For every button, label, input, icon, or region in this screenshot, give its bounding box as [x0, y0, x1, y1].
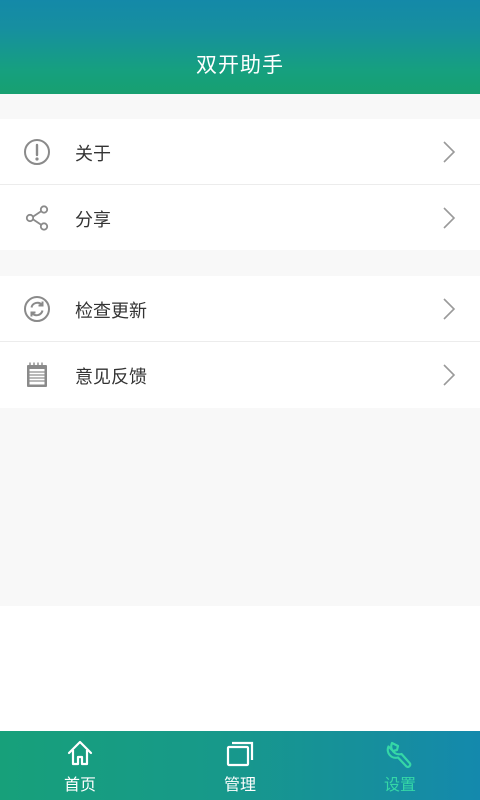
tab-settings[interactable]: 设置 — [320, 731, 480, 800]
chevron-right-icon — [443, 298, 456, 320]
menu-group-support: 检查更新 意见反馈 — [0, 276, 480, 408]
refresh-icon — [24, 296, 50, 322]
wrench-icon — [386, 741, 412, 768]
bottom-tab-bar: 首页 管理 设置 — [0, 731, 480, 800]
chevron-right-icon — [443, 141, 456, 163]
chevron-right-icon — [443, 364, 456, 386]
tab-manage[interactable]: 管理 — [160, 731, 320, 800]
menu-item-label: 意见反馈 — [75, 367, 147, 388]
menu-item-label: 检查更新 — [75, 301, 147, 322]
tab-label: 管理 — [223, 775, 256, 794]
page-title: 双开助手 — [196, 53, 284, 77]
home-icon — [67, 740, 93, 766]
menu-item-label: 分享 — [75, 210, 111, 231]
app-header: 双开助手 — [0, 0, 480, 94]
menu-item-feedback[interactable]: 意见反馈 — [0, 342, 480, 408]
tab-home[interactable]: 首页 — [0, 731, 160, 800]
menu-item-check-update[interactable]: 检查更新 — [0, 276, 480, 342]
tab-label: 设置 — [383, 775, 416, 794]
chevron-right-icon — [443, 207, 456, 229]
menu-item-label: 关于 — [75, 144, 111, 165]
settings-content: 关于 分享 检查更新 意见反馈 — [0, 94, 480, 606]
info-circle-icon — [24, 139, 50, 165]
windows-icon — [226, 741, 254, 767]
menu-group-info: 关于 分享 — [0, 119, 480, 250]
notepad-icon — [27, 362, 47, 387]
share-icon — [25, 205, 49, 231]
menu-item-about[interactable]: 关于 — [0, 119, 480, 185]
menu-item-share[interactable]: 分享 — [0, 185, 480, 251]
tab-label: 首页 — [63, 775, 96, 794]
